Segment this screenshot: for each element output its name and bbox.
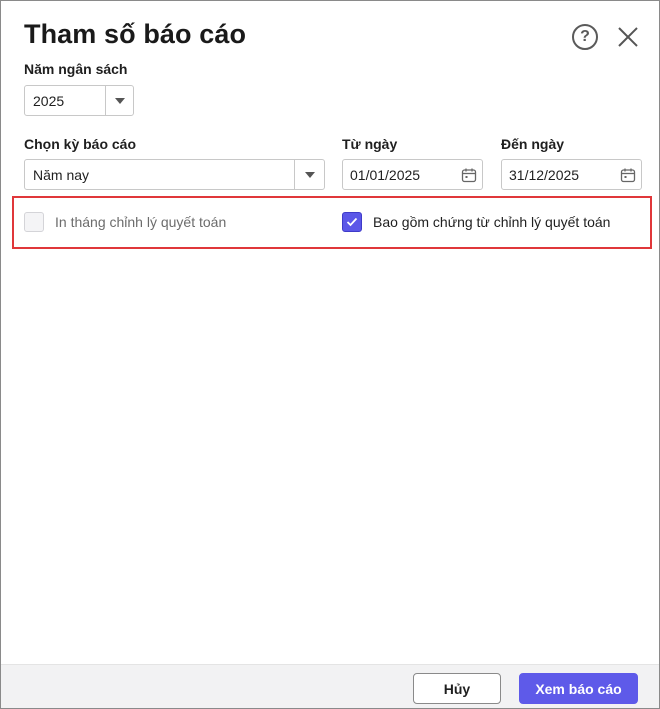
period-select[interactable]: Năm nay xyxy=(24,159,325,190)
chevron-down-icon[interactable] xyxy=(294,160,324,189)
to-date-input[interactable]: 31/12/2025 xyxy=(501,159,642,190)
view-report-button[interactable]: Xem báo cáo xyxy=(519,673,638,704)
include-adjust-vouchers-label: Bao gồm chứng từ chỉnh lý quyết toán xyxy=(373,214,611,230)
print-adjust-month-label: In tháng chỉnh lý quyết toán xyxy=(55,214,227,230)
dialog-footer: Hủy Xem báo cáo xyxy=(1,664,659,708)
from-date-label: Từ ngày xyxy=(342,136,398,152)
period-label: Chọn kỳ báo cáo xyxy=(24,136,137,152)
question-circle-icon: ? xyxy=(580,28,590,45)
close-button[interactable] xyxy=(615,24,641,50)
calendar-icon[interactable] xyxy=(615,160,641,189)
include-adjust-vouchers-checkbox[interactable] xyxy=(342,212,362,232)
dialog-title: Tham số báo cáo xyxy=(24,19,247,49)
budget-year-label: Năm ngân sách xyxy=(24,61,128,77)
budget-year-value: 2025 xyxy=(33,92,65,109)
calendar-icon[interactable] xyxy=(456,160,482,189)
print-adjust-month-option[interactable]: In tháng chỉnh lý quyết toán xyxy=(24,212,226,232)
from-date-input[interactable]: 01/01/2025 xyxy=(342,159,483,190)
period-value: Năm nay xyxy=(33,166,90,183)
print-adjust-month-checkbox[interactable] xyxy=(24,212,44,232)
chevron-down-icon[interactable] xyxy=(105,86,133,115)
close-icon xyxy=(618,27,638,47)
cancel-button[interactable]: Hủy xyxy=(413,673,501,704)
report-params-dialog: Tham số báo cáo ? Năm ngân sách 2025 Chọ… xyxy=(0,0,660,709)
checkmark-icon xyxy=(346,217,358,227)
budget-year-select[interactable]: 2025 xyxy=(24,85,134,116)
help-button[interactable]: ? xyxy=(572,24,598,50)
to-date-label: Đến ngày xyxy=(501,136,565,152)
to-date-value: 31/12/2025 xyxy=(509,166,580,183)
from-date-value: 01/01/2025 xyxy=(350,166,421,183)
include-adjust-vouchers-option[interactable]: Bao gồm chứng từ chỉnh lý quyết toán xyxy=(342,212,610,232)
